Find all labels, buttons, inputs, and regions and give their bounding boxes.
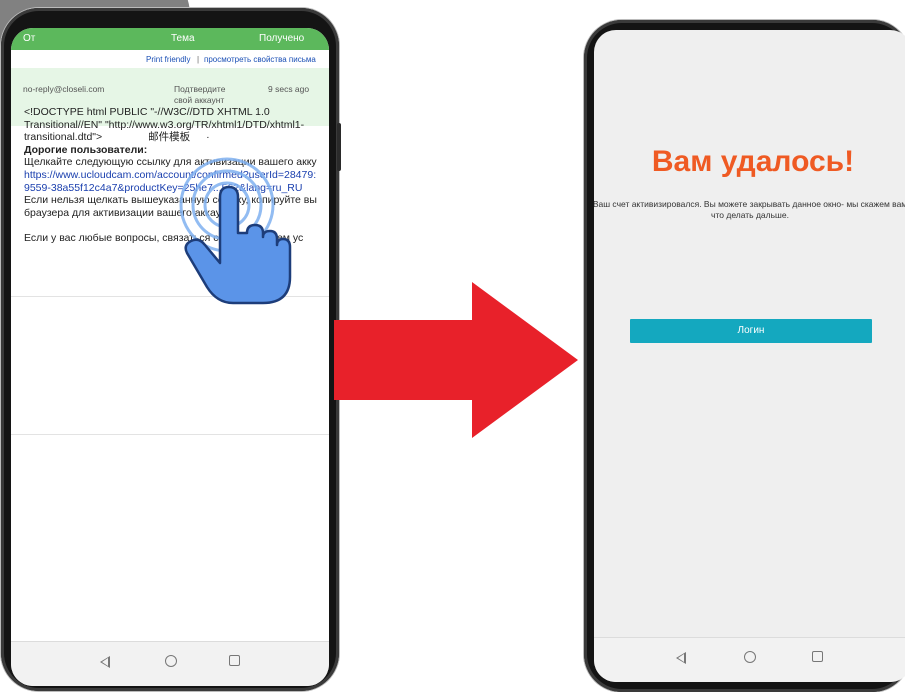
- header-subject[interactable]: Тема: [171, 33, 195, 44]
- header-received[interactable]: Получено: [259, 33, 304, 44]
- arrow-right-icon: [334, 282, 578, 438]
- properties-link[interactable]: просмотреть свойства письма: [204, 55, 316, 64]
- tap-hand-icon: [179, 157, 292, 305]
- nav-bar: [594, 637, 905, 682]
- received-time: 9 secs ago: [268, 84, 310, 94]
- header-from[interactable]: От: [23, 33, 35, 44]
- email-links-bar: Print friendly | просмотреть свойства пи…: [11, 50, 329, 68]
- email-list-header: От Тема Получено: [11, 28, 329, 50]
- right-phone: Вам удалось! Ваш счет активизировался. В…: [584, 20, 905, 692]
- email-screen: От Тема Получено Print friendly | просмо…: [11, 28, 329, 686]
- nav-recent-icon[interactable]: [229, 655, 240, 666]
- template-label: 邮件模板: [148, 131, 191, 144]
- success-message: Ваш счет активизировался. Вы можете закр…: [594, 199, 905, 220]
- nav-back-icon[interactable]: [100, 656, 110, 668]
- sender-address: no-reply@closeli.com: [23, 84, 105, 94]
- login-button[interactable]: Логин: [630, 319, 872, 343]
- side-button: [337, 123, 341, 171]
- left-phone: От Тема Получено Print friendly | просмо…: [1, 8, 341, 691]
- nav-home-icon[interactable]: [165, 655, 177, 667]
- print-friendly-link[interactable]: Print friendly: [146, 55, 190, 64]
- nav-back-icon[interactable]: [676, 652, 686, 664]
- body-line: <!DOCTYPE html PUBLIC "-//W3C//DTD XHTML…: [24, 106, 270, 118]
- body-line: Transitional//EN" "http://www.w3.org/TR/…: [24, 118, 305, 131]
- success-title: Вам удалось!: [651, 145, 855, 178]
- subject-line-1: Подтвердите: [174, 84, 226, 94]
- nav-home-icon[interactable]: [744, 651, 756, 663]
- links-separator: |: [197, 55, 200, 64]
- body-line: transitional.dtd"> 邮件模板 ·: [24, 131, 210, 144]
- nav-recent-icon[interactable]: [812, 651, 823, 662]
- success-screen: Вам удалось! Ваш счет активизировался. В…: [594, 30, 905, 682]
- nav-bar: [11, 641, 329, 686]
- subject-line-2: свой аккаунт: [174, 95, 225, 105]
- divider: [11, 434, 329, 435]
